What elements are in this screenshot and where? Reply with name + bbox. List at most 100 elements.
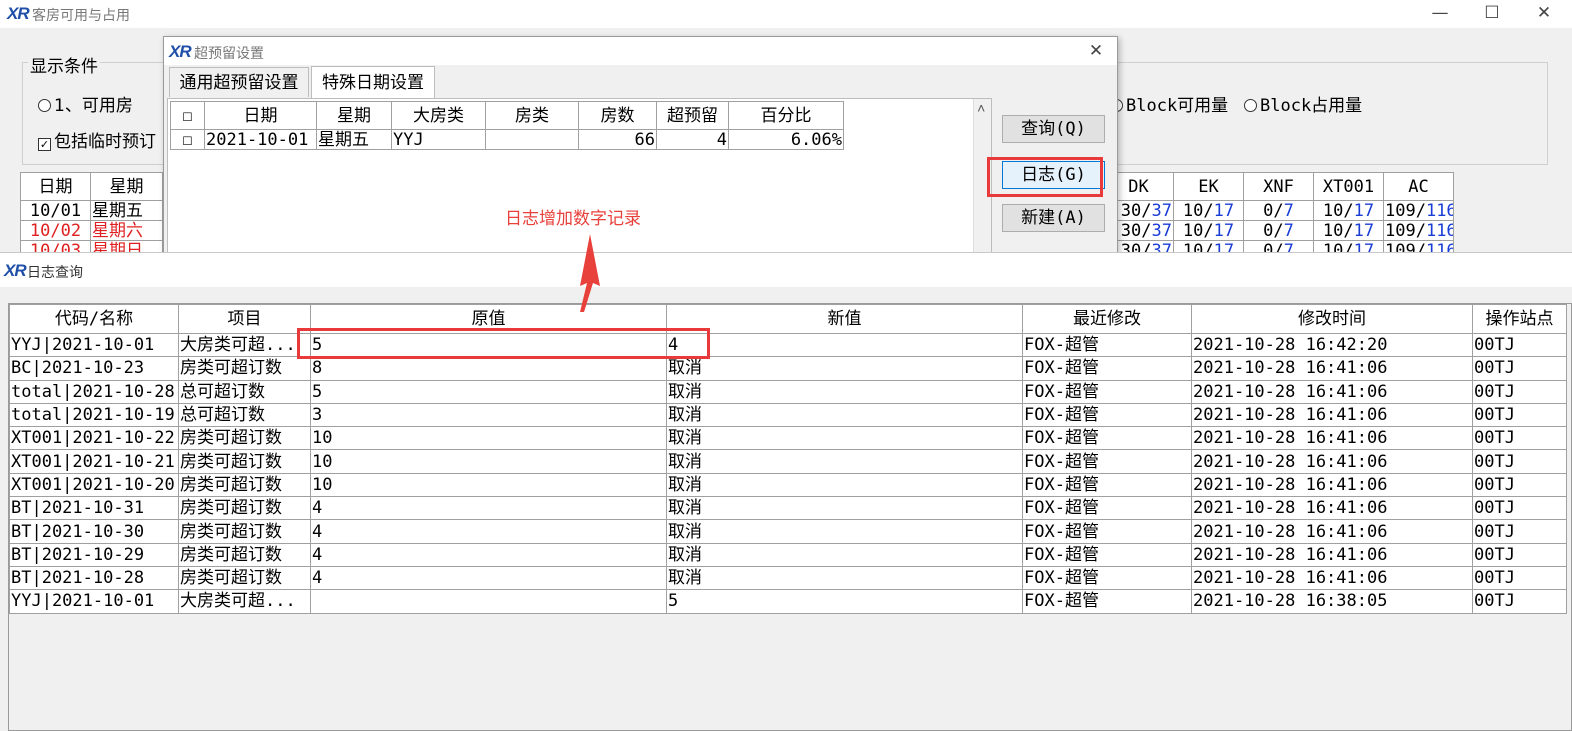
log-cell: 总可超订数 — [178, 402, 311, 428]
availability-grid-left: 日期 星期 10/01 星期五 10/02 星期六 10/03 星期日 — [20, 172, 163, 261]
log-cell: 2021-10-28 16:41:06 — [1191, 379, 1473, 404]
col-header-xt001: XT001 — [1313, 172, 1384, 201]
new-record-highlight — [297, 328, 710, 359]
log-grid: 代码/名称 项目 原值 新值 最近修改 修改时间 操作站点 YYJ|2021-1… — [9, 304, 1567, 614]
log-cell: 取消 — [666, 565, 1023, 591]
log-cell: 4 — [666, 332, 1023, 358]
overbook-grid: ☐ 日期 星期 大房类 房类 房数 超预留 百分比 ☐ 2021-10-01 星… — [170, 101, 844, 150]
log-cell: FOX-超管 — [1022, 589, 1192, 614]
log-cell: 4 — [310, 496, 667, 521]
log-cell: 2021-10-28 16:41:06 — [1191, 542, 1473, 567]
log-cell: BT|2021-10-29 — [9, 542, 179, 567]
log-cell: 房类可超订数 — [178, 426, 311, 451]
table-row[interactable]: BC|2021-10-23 房类可超订数 8 取消 FOX-超管 2021-10-28 1… — [9, 356, 1567, 381]
col-header-percent: 百分比 — [728, 101, 844, 130]
table-row[interactable]: XT001|2021-10-21 房类可超订数 10 取消 FOX-超管 2021-10-… — [9, 449, 1567, 474]
table-row[interactable]: 30/37 10/17 0/7 10/17 109/116 — [1103, 200, 1454, 221]
log-cell: 2021-10-28 16:41:06 — [1191, 356, 1473, 381]
col-header: 星期 — [90, 172, 163, 201]
log-cell: 2021-10-28 16:42:20 — [1191, 332, 1473, 358]
include-temp-booking-checkbox[interactable]: ✓ 包括临时预订 — [38, 127, 156, 152]
availability-grid-right: DK EK XNF XT001 AC 30/37 10/17 0/7 10/17… — [1103, 172, 1454, 261]
minimize-button[interactable]: — — [1420, 0, 1460, 26]
col-header-date: 日期 — [204, 101, 317, 130]
table-row[interactable]: BT|2021-10-29 房类可超订数 4 取消 FOX-超管 2021-10-28 1… — [9, 542, 1567, 567]
log-cell: 00TJ — [1472, 519, 1567, 544]
log-cell: 房类可超订数 — [178, 449, 311, 474]
table-row[interactable]: BT|2021-10-30 房类可超订数 4 取消 FOX-超管 2021-10-28 1… — [9, 519, 1567, 544]
log-cell: 房类可超订数 — [178, 496, 311, 521]
overbook-titlebar: XR 超预留设置 ✕ — [164, 37, 1117, 65]
log-cell: 00TJ — [1472, 449, 1567, 474]
table-row[interactable]: XT001|2021-10-22 房类可超订数 10 取消 FOX-超管 2021-10-… — [9, 426, 1567, 451]
log-logo: XR — [4, 261, 27, 280]
log-cell: FOX-超管 — [1022, 426, 1192, 451]
log-cell: BC|2021-10-23 — [9, 356, 179, 381]
col-header-item: 项目 — [178, 304, 311, 334]
close-button[interactable]: ✕ — [1524, 0, 1564, 26]
log-cell: 00TJ — [1472, 402, 1567, 428]
col-header-weekday: 星期 — [316, 101, 392, 130]
log-cell: 00TJ — [1472, 426, 1567, 451]
radio-circle-icon — [1244, 99, 1257, 112]
log-cell: 00TJ — [1472, 589, 1567, 614]
log-cell: 总可超订数 — [178, 379, 311, 404]
log-cell: 2021-10-28 16:41:06 — [1191, 402, 1473, 428]
radio-block-available[interactable]: Block可用量 — [1110, 91, 1228, 116]
dialog-logo: XR — [169, 42, 192, 61]
col-header-room-count: 房数 — [578, 101, 657, 130]
table-row[interactable]: 30/37 10/17 0/7 10/17 109/116 — [1103, 220, 1454, 241]
new-button[interactable]: 新建(A) — [1002, 204, 1105, 232]
table-row[interactable]: BT|2021-10-28 房类可超订数 4 取消 FOX-超管 2021-10-28 1… — [9, 565, 1567, 591]
maximize-button[interactable]: ☐ — [1472, 0, 1512, 26]
tab-special-date[interactable]: 特殊日期设置 — [311, 66, 435, 98]
table-row[interactable]: 10/02 星期六 — [20, 220, 163, 241]
log-cell: BT|2021-10-30 — [9, 519, 179, 544]
log-query-window: XR 日志查询 代码/名称 项目 原值 新值 最近修改 修改时间 操作站点 YY… — [0, 252, 1572, 731]
log-cell: FOX-超管 — [1022, 565, 1192, 591]
table-row[interactable]: BT|2021-10-31 房类可超订数 4 取消 FOX-超管 2021-10-28 1… — [9, 496, 1567, 521]
log-grid-area: 代码/名称 项目 原值 新值 最近修改 修改时间 操作站点 YYJ|2021-1… — [8, 303, 1572, 731]
log-cell: 房类可超订数 — [178, 519, 311, 544]
log-cell: total|2021-10-28 — [9, 379, 179, 404]
col-header-ek: EK — [1173, 172, 1244, 201]
arrow-up-icon — [580, 234, 600, 312]
log-cell: 取消 — [666, 472, 1023, 498]
col-header-overbook: 超预留 — [656, 101, 729, 130]
log-cell: 00TJ — [1472, 565, 1567, 591]
log-cell: FOX-超管 — [1022, 496, 1192, 521]
table-row[interactable]: YYJ|2021-10-01 大房类可超... 5 FOX-超管 2021-10-28 … — [9, 589, 1567, 614]
log-cell: FOX-超管 — [1022, 332, 1192, 358]
radio-block-occupied[interactable]: Block占用量 — [1244, 91, 1362, 116]
log-cell: XT001|2021-10-20 — [9, 472, 179, 498]
table-row[interactable]: total|2021-10-28 总可超订数 5 取消 FOX-超管 2021-10-28… — [9, 379, 1567, 404]
checkmark-icon: ✓ — [38, 138, 51, 151]
select-all-checkbox[interactable]: ☐ — [170, 101, 205, 130]
table-row[interactable]: ☐ 2021-10-01 星期五 YYJ 66 4 6.06% — [170, 129, 844, 150]
log-cell: 房类可超订数 — [178, 565, 311, 591]
log-header-row: 代码/名称 项目 原值 新值 最近修改 修改时间 操作站点 — [9, 304, 1567, 334]
log-cell: 4 — [310, 542, 667, 567]
table-row[interactable]: 10/01 星期五 — [20, 200, 163, 221]
table-row[interactable]: total|2021-10-19 总可超订数 3 取消 FOX-超管 2021-10-28… — [9, 402, 1567, 428]
log-cell: 取消 — [666, 542, 1023, 567]
app-logo: XR — [7, 4, 30, 23]
log-cell: FOX-超管 — [1022, 542, 1192, 567]
query-button[interactable]: 查询(Q) — [1002, 115, 1105, 143]
log-cell: 取消 — [666, 519, 1023, 544]
table-row[interactable]: XT001|2021-10-20 房类可超订数 10 取消 FOX-超管 2021-10-… — [9, 472, 1567, 498]
log-cell: 取消 — [666, 356, 1023, 381]
log-window-title: 日志查询 — [27, 264, 83, 280]
log-cell: 取消 — [666, 449, 1023, 474]
col-header-big-room-type: 大房类 — [391, 101, 486, 130]
table-row[interactable]: YYJ|2021-10-01 大房类可超... 5 4 FOX-超管 2021-10-28… — [9, 332, 1567, 358]
tab-general-overbooking[interactable]: 通用超预留设置 — [169, 67, 309, 97]
log-cell: XT001|2021-10-21 — [9, 449, 179, 474]
radio-available-rooms[interactable]: 1、可用房 — [38, 91, 133, 116]
log-cell: 2021-10-28 16:41:06 — [1191, 472, 1473, 498]
log-cell: 2021-10-28 16:41:06 — [1191, 519, 1473, 544]
log-cell: 3 — [310, 402, 667, 428]
close-icon[interactable]: ✕ — [1081, 38, 1111, 64]
scroll-up-icon[interactable]: ˄ — [977, 101, 985, 118]
row-checkbox[interactable]: ☐ — [170, 129, 205, 150]
